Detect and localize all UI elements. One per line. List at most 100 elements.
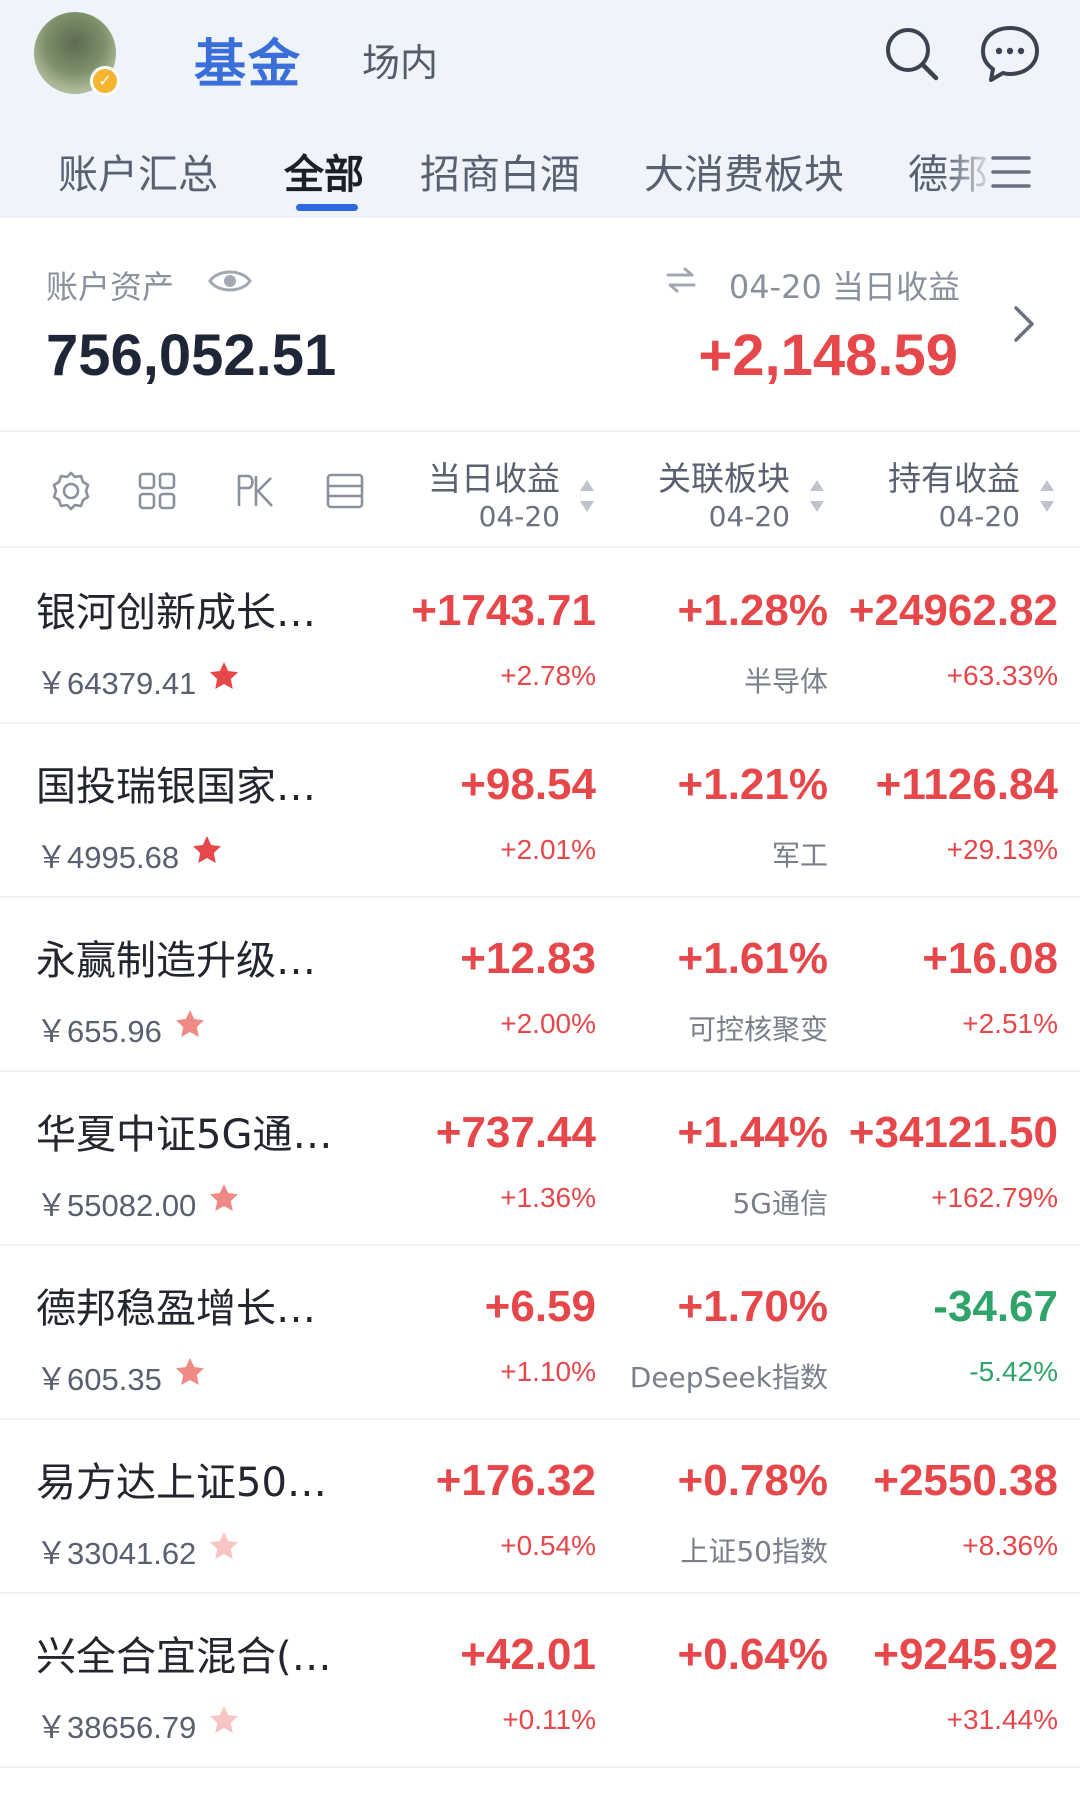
fund-name: 兴全合宜混合(… (36, 1634, 332, 1680)
holding-profit: -34.67 (933, 1282, 1058, 1331)
col-sector-title[interactable]: 关联板块 (658, 452, 790, 500)
star-icon[interactable] (208, 1530, 240, 1562)
assets-value: 756,052.51 (46, 323, 337, 388)
fund-tabs: 账户汇总 全部 招商白酒 大消费板块 德邦 (0, 138, 1080, 218)
menu-icon[interactable] (990, 152, 1032, 192)
sector-name[interactable]: 军工 (772, 834, 828, 874)
col-hold-date: 04-20 (938, 500, 1020, 533)
holding-profit-pct: +63.33% (946, 660, 1058, 691)
holding-profit-pct: -5.42% (969, 1356, 1058, 1387)
sort-sector-icon[interactable] (808, 476, 826, 516)
daily-profit-pct: +2.78% (500, 660, 596, 691)
fund-row[interactable]: 华夏中证5G通… ￥55082.00 +737.44 +1.36% +1.44% 5G通信… (0, 1072, 1080, 1246)
fund-row[interactable]: 易方达上证50… ￥33041.62 +176.32 +0.54% +0.78% 上证50… (0, 1420, 1080, 1594)
daily-profit: +6.59 (484, 1282, 596, 1331)
col-daily-date: 04-20 (478, 500, 560, 533)
assets-label: 账户资产 (46, 268, 175, 306)
daily-profit-pct: +0.11% (502, 1704, 596, 1735)
holding-profit: +34121.50 (848, 1108, 1058, 1157)
daily-profit: +1743.71 (411, 586, 596, 635)
fund-name: 国投瑞银国家… (36, 764, 316, 810)
eye-icon[interactable] (208, 266, 252, 296)
fund-name: 永赢制造升级… (36, 938, 316, 984)
star-icon[interactable] (208, 1704, 240, 1736)
fund-row[interactable]: 德邦稳盈增长… ￥605.35 +6.59 +1.10% +1.70% DeepSeek指… (0, 1246, 1080, 1420)
star-icon[interactable] (208, 1182, 240, 1214)
list-icon[interactable] (324, 470, 366, 512)
daily-profit-pct: +1.10% (500, 1356, 596, 1387)
fund-amount: ￥655.96 (36, 1014, 162, 1049)
daily-profit-pct: +2.00% (500, 1008, 596, 1039)
message-icon[interactable] (978, 22, 1042, 86)
fund-name: 银河创新成长… (36, 590, 316, 636)
star-icon[interactable] (174, 1356, 206, 1388)
fund-name: 德邦稳盈增长… (36, 1286, 316, 1332)
holding-profit-pct: +162.79% (931, 1182, 1058, 1213)
sector-change: +1.44% (677, 1108, 828, 1157)
star-icon[interactable] (208, 660, 240, 692)
daily-profit: +176.32 (435, 1456, 596, 1505)
daily-profit-pct: +0.54% (500, 1530, 596, 1561)
fund-row[interactable]: 永赢制造升级… ￥655.96 +12.83 +2.00% +1.61% 可控核聚变 +16… (0, 898, 1080, 1072)
sector-name[interactable]: 半导体 (744, 660, 828, 700)
sector-name[interactable]: 可控核聚变 (688, 1008, 828, 1048)
search-icon[interactable] (880, 22, 944, 86)
tab-all[interactable]: 全部 (284, 142, 364, 200)
holding-profit: +16.08 (922, 934, 1058, 983)
fund-list: 银河创新成长… ￥64379.41 +1743.71 +2.78% +1.28% 半导体 +… (0, 550, 1080, 1768)
fund-name: 华夏中证5G通… (36, 1112, 333, 1158)
fund-row[interactable]: 兴全合宜混合(… ￥38656.79 +42.01 +0.11% +0.64% +9245… (0, 1594, 1080, 1768)
account-summary[interactable]: 账户资产 756,052.51 04-20 当日收益 +2,148.59 (0, 218, 1080, 432)
fund-amount: ￥33041.62 (36, 1536, 197, 1571)
sector-change: +0.64% (677, 1630, 828, 1679)
daily-profit: +98.54 (460, 760, 596, 809)
switch-icon[interactable] (664, 266, 698, 294)
sector-change: +1.21% (677, 760, 828, 809)
avatar[interactable]: ✓ (34, 12, 120, 96)
fund-row[interactable]: 银河创新成长… ￥64379.41 +1743.71 +2.78% +1.28% 半导体 +… (0, 550, 1080, 724)
star-icon[interactable] (174, 1008, 206, 1040)
daily-profit: +12.83 (460, 934, 596, 983)
sector-change: +1.70% (677, 1282, 828, 1331)
fund-amount: ￥55082.00 (36, 1188, 197, 1223)
sort-daily-icon[interactable] (578, 476, 596, 516)
daily-profit-value: +2,148.59 (698, 323, 958, 388)
sector-name[interactable]: 5G通信 (732, 1182, 828, 1222)
holding-profit-pct: +2.51% (962, 1008, 1058, 1039)
col-sector-date: 04-20 (708, 500, 790, 533)
subtitle-tab[interactable]: 场内 (362, 32, 438, 87)
holding-profit: +9245.92 (873, 1630, 1058, 1679)
star-icon[interactable] (191, 834, 223, 866)
fund-amount: ￥4995.68 (36, 840, 180, 875)
daily-profit: +737.44 (435, 1108, 596, 1157)
holding-profit-pct: +29.13% (946, 834, 1058, 865)
fund-amount: ￥64379.41 (36, 666, 197, 701)
active-tab-indicator (296, 204, 358, 211)
daily-profit: +42.01 (460, 1630, 596, 1679)
fund-row[interactable]: 国投瑞银国家… ￥4995.68 +98.54 +2.01% +1.21% 军工 +1126… (0, 724, 1080, 898)
sector-change: +1.28% (677, 586, 828, 635)
page-title: 基金 (194, 35, 303, 95)
sector-change: +1.61% (677, 934, 828, 983)
tab-account-summary[interactable]: 账户汇总 (58, 142, 218, 200)
column-header: 当日收益 04-20 关联板块 04-20 持有收益 04-20 (0, 432, 1080, 548)
sector-name[interactable]: DeepSeek指数 (630, 1356, 828, 1396)
daily-profit-label: 04-20 当日收益 (728, 268, 960, 306)
sector-change: +0.78% (677, 1456, 828, 1505)
col-hold-title[interactable]: 持有收益 (888, 452, 1020, 500)
tab-zhaoshang-baijiu[interactable]: 招商白酒 (420, 142, 580, 200)
holding-profit-pct: +31.44% (946, 1704, 1058, 1735)
fund-amount: ￥605.35 (36, 1362, 162, 1397)
fund-name: 易方达上证50… (36, 1460, 327, 1506)
holding-profit: +24962.82 (848, 586, 1058, 635)
tab-consumption[interactable]: 大消费板块 (644, 142, 844, 200)
holding-profit-pct: +8.36% (962, 1530, 1058, 1561)
sort-hold-icon[interactable] (1038, 476, 1056, 516)
col-daily-title[interactable]: 当日收益 (428, 452, 560, 500)
chevron-right-icon[interactable] (1012, 304, 1036, 344)
daily-profit-pct: +2.01% (500, 834, 596, 865)
grid-icon[interactable] (136, 470, 178, 512)
settings-icon[interactable] (50, 470, 92, 512)
chart-k-icon[interactable] (234, 470, 276, 512)
sector-name[interactable]: 上证50指数 (680, 1530, 828, 1570)
